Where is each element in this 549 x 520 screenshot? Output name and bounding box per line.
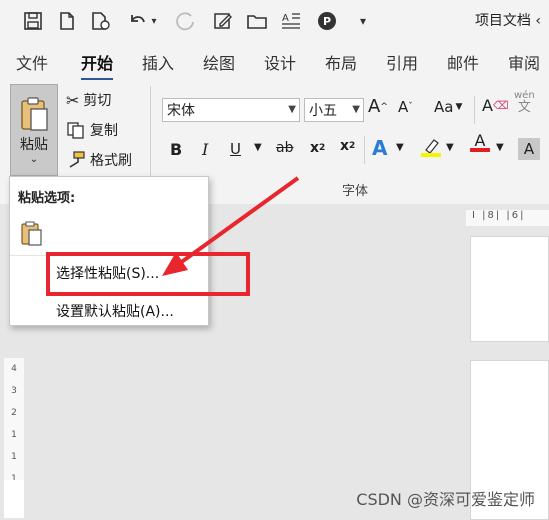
watermark: CSDN @资深可爱鉴定师: [356, 490, 535, 509]
annotation-arrow: [162, 176, 300, 276]
